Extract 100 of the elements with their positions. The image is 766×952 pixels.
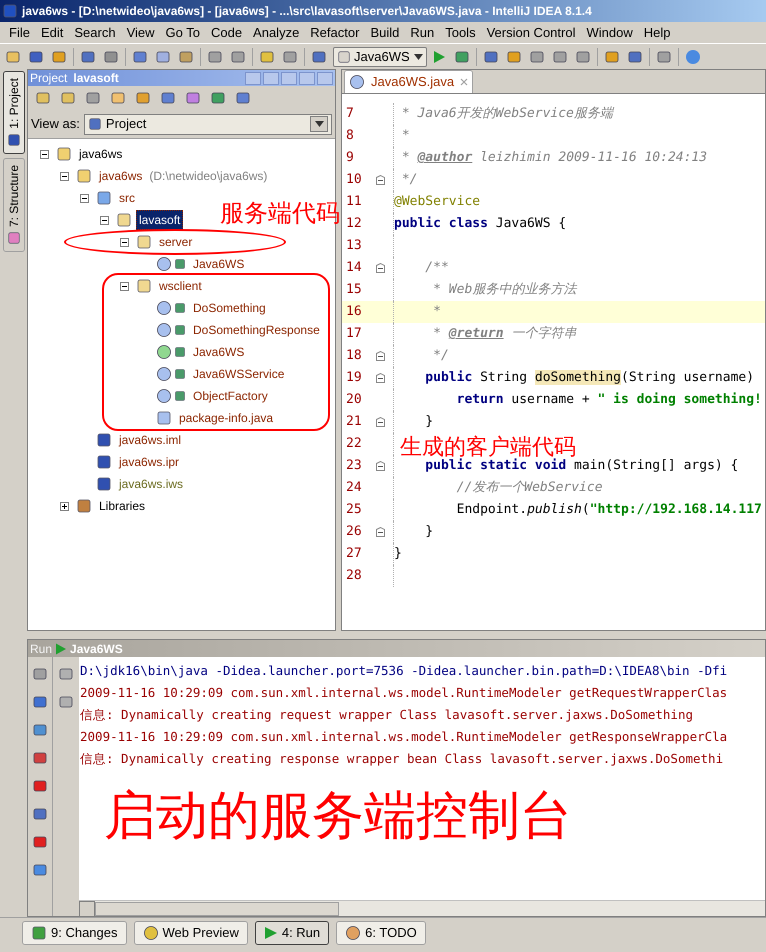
console-line: 2009-11-16 10:29:09 com.sun.xml.internal.ws.model.RuntimeModeler getResponseWrapperCla (80, 728, 728, 746)
line-number: 24 (346, 479, 363, 498)
tree-item[interactable]: server (156, 232, 196, 252)
line-number: 16 (346, 303, 363, 322)
code-line: * @return 一个字符串 (432, 325, 576, 344)
run-icon (264, 926, 278, 940)
tool-window-button[interactable]: 6: TODO (336, 920, 426, 944)
menu-item[interactable]: Build (365, 22, 404, 42)
console-line: D:\jdk16\bin\java -Didea.launcher.port=7536 -Didea.launcher.bin.path=D:\IDEA8\bin -Dfi (80, 662, 728, 680)
code-line: */ (400, 171, 418, 190)
handwritten-note: 启动的服务端控制台 (104, 790, 572, 842)
console-line: 信息: Dynamically creating response wrapper bean Class lavasoft.server.jaxws.DoSomethi (80, 750, 724, 768)
code-line: //发布一个WebService (456, 479, 603, 498)
menu-item[interactable]: Refactor (305, 22, 364, 42)
menu-item[interactable]: Edit (36, 22, 68, 42)
run-config-dropdown[interactable]: Java6WS (333, 46, 427, 66)
collapse-toggle-icon[interactable] (120, 282, 128, 290)
run-icon (55, 642, 68, 654)
menu-item[interactable]: View (122, 22, 160, 42)
view-as-dropdown[interactable]: Project (84, 114, 332, 134)
line-number: 9 (346, 149, 355, 168)
tree-item[interactable]: java6ws.iml (116, 430, 184, 450)
tree-item[interactable]: Java6WS (190, 342, 248, 362)
tool-window-button[interactable]: Web Preview (134, 920, 248, 944)
collapse-toggle-icon[interactable] (60, 172, 68, 180)
menu-item[interactable]: Window (581, 22, 638, 42)
tool-window-tab[interactable]: 1: Project (2, 71, 24, 154)
handwritten-note: 生成的客户端代码 (400, 436, 576, 458)
menu-item[interactable]: Tools (440, 22, 481, 42)
code-line: return username + " is doing something! (456, 391, 762, 410)
menu-item[interactable]: Analyze (248, 22, 304, 42)
tree-item[interactable]: lavasoft (136, 210, 184, 230)
caret-icon (414, 54, 423, 60)
panel-title: Project (30, 70, 68, 87)
view-as-label: View as: (31, 115, 80, 134)
code-line: * Web服务中的业务方法 (432, 281, 576, 300)
line-number: 25 (346, 501, 363, 520)
line-number: 15 (346, 281, 363, 300)
code-line: Endpoint.publish("http://192.168.14.117 (456, 501, 762, 520)
tool-window-button[interactable]: 4: Run (254, 920, 330, 944)
line-number: 27 (346, 545, 363, 564)
line-number: 7 (346, 105, 355, 124)
line-number: 11 (346, 193, 363, 212)
panel-context: lavasoft (73, 70, 119, 87)
menu-item[interactable]: File (4, 22, 35, 42)
code-line: } (394, 545, 402, 564)
tree-item[interactable]: Libraries (96, 496, 148, 516)
code-line: /** (424, 259, 449, 278)
menu-item[interactable]: Version Control (482, 22, 580, 42)
panel-context: Java6WS (70, 640, 123, 658)
tree-item[interactable]: DoSomething (190, 298, 269, 318)
code-line: * @author leizhimin 2009-11-16 10:24:13 (400, 149, 708, 168)
tree-item[interactable]: java6ws.iws (116, 474, 186, 494)
code-line: * (432, 303, 441, 322)
panel-title: Run (30, 640, 52, 658)
horizontal-scrollbar[interactable] (79, 900, 765, 916)
expand-toggle-icon[interactable] (60, 502, 68, 510)
collapse-toggle-icon[interactable] (120, 238, 128, 246)
tree-item[interactable]: package-info.java (176, 408, 276, 428)
line-number: 22 (346, 435, 363, 454)
tool-window-tab[interactable]: 7: Structure (2, 158, 24, 252)
menu-item[interactable]: Search (69, 22, 121, 42)
tree-item[interactable]: java6ws (76, 144, 126, 164)
code-line: */ (432, 347, 449, 366)
tree-item[interactable]: java6ws.ipr (116, 452, 182, 472)
collapse-toggle-icon[interactable] (100, 216, 108, 224)
tree-item[interactable]: Java6WSService (190, 364, 288, 384)
line-number: 14 (346, 259, 363, 278)
line-number: 23 (346, 457, 363, 476)
line-number: 28 (346, 567, 363, 586)
console-line: 信息: Dynamically creating request wrapper Class lavasoft.server.jaxws.DoSomething (80, 706, 694, 724)
collapse-toggle-icon[interactable] (80, 194, 88, 202)
line-number: 13 (346, 237, 363, 256)
caret-icon (310, 116, 328, 132)
window-title: java6ws - [D:\netwideo\java6ws] - [java6ws] - ...\src\lavasoft\server\Java6WS.java - IntelliJ IDEA 8.1.4 (22, 3, 592, 20)
code-line: @WebService (394, 193, 480, 212)
tree-item[interactable]: ObjectFactory (190, 386, 271, 406)
menu-item[interactable]: Help (638, 22, 676, 42)
editor-tab[interactable]: Java6WS.java (344, 70, 474, 93)
line-number: 21 (346, 413, 363, 432)
collapse-toggle-icon[interactable] (40, 150, 48, 158)
menu-item[interactable]: Code (206, 22, 248, 42)
line-number: 26 (346, 523, 363, 542)
line-number: 17 (346, 325, 363, 344)
code-line: } (424, 523, 434, 542)
code-line: * (400, 127, 410, 146)
tree-item[interactable]: Java6WS (190, 254, 248, 274)
tree-item[interactable]: wsclient (156, 276, 205, 296)
tree-item[interactable]: DoSomethingResponse (190, 320, 323, 340)
code-line: public class Java6WS { (394, 215, 566, 234)
tool-window-button[interactable]: 9: Changes (22, 920, 126, 944)
handwritten-note: 服务端代码 (220, 202, 340, 226)
code-line: } (424, 413, 434, 432)
code-line: public String doSomething(String username) (424, 369, 754, 388)
menu-item[interactable]: Run (405, 22, 440, 42)
console-line: 2009-11-16 10:29:09 com.sun.xml.internal.ws.model.RuntimeModeler getRequestWrapperClas (80, 684, 728, 702)
tree-item[interactable]: java6ws (96, 166, 146, 186)
tree-item[interactable]: src (116, 188, 138, 208)
tab-label: Java6WS.java (371, 73, 454, 92)
menu-item[interactable]: Go To (160, 22, 205, 42)
